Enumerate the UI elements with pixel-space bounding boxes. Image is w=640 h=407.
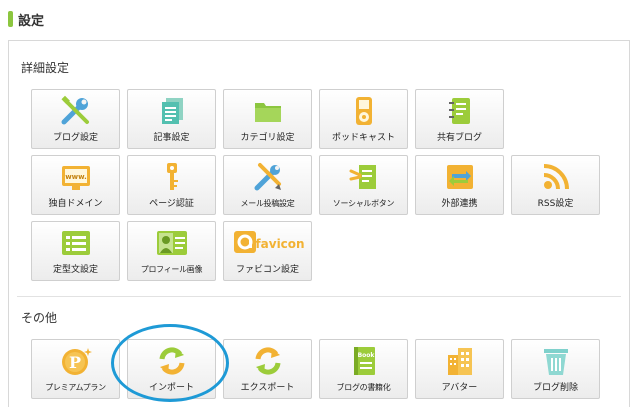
- avatar-button[interactable]: アバター: [415, 339, 504, 399]
- section-title-other: その他: [21, 311, 58, 325]
- page-header: 設定: [8, 8, 44, 30]
- document-icon: [156, 95, 188, 127]
- trash-icon: [540, 345, 572, 377]
- tile-label: ブログ削除: [532, 383, 578, 393]
- mail-post-settings-button[interactable]: メール投稿設定: [223, 155, 312, 215]
- settings-panel: 詳細設定 ブログ設定 記事設定 カテゴリ設定 ポッドキャスト 共有ブログ www…: [8, 40, 630, 407]
- rss-settings-button[interactable]: RSS設定: [511, 155, 600, 215]
- svg-text:P: P: [68, 353, 80, 372]
- tile-label: カテゴリ設定: [240, 133, 295, 143]
- tile-label: ブログの書籍化: [336, 383, 391, 392]
- export-icon: [252, 345, 284, 377]
- external-link-button[interactable]: 外部連携: [415, 155, 504, 215]
- tile-label: RSS設定: [537, 199, 574, 209]
- svg-text:favicon: favicon: [255, 237, 304, 251]
- article-settings-button[interactable]: 記事設定: [127, 89, 216, 149]
- share-icon: [348, 161, 380, 193]
- domain-screen-icon: www.: [60, 161, 92, 193]
- delete-blog-button[interactable]: ブログ削除: [511, 339, 600, 399]
- premium-plan-button[interactable]: P プレミアムプラン: [31, 339, 120, 399]
- rss-icon: [540, 161, 572, 193]
- tile-label: 外部連携: [441, 199, 478, 209]
- tile-label: 共有ブログ: [436, 133, 482, 143]
- social-buttons-button[interactable]: ソーシャルボタン: [319, 155, 408, 215]
- folder-icon: [252, 95, 284, 127]
- tile-label: メール投稿設定: [240, 199, 295, 208]
- tile-label: 独自ドメイン: [48, 199, 103, 209]
- favicon-icon: favicon: [228, 227, 308, 259]
- svg-text:Book: Book: [357, 352, 375, 359]
- template-text-settings-button[interactable]: 定型文設定: [31, 221, 120, 281]
- import-icon: [156, 345, 188, 377]
- profile-image-button[interactable]: プロフィール画像: [127, 221, 216, 281]
- shared-blog-button[interactable]: 共有ブログ: [415, 89, 504, 149]
- key-icon: [156, 161, 188, 193]
- sync-icon: [444, 161, 476, 193]
- section-title-advanced: 詳細設定: [21, 61, 70, 75]
- tile-label: 記事設定: [153, 133, 190, 143]
- tile-label: プレミアムプラン: [45, 383, 106, 392]
- premium-coin-icon: P: [60, 345, 92, 377]
- export-button[interactable]: エクスポート: [223, 339, 312, 399]
- tile-label: アバター: [441, 383, 478, 393]
- section-divider: [17, 296, 621, 297]
- music-player-icon: [348, 95, 380, 127]
- pencil-wrench-icon: [252, 161, 284, 193]
- blog-book-button[interactable]: Book ブログの書籍化: [319, 339, 408, 399]
- notebook-icon: [444, 95, 476, 127]
- category-settings-button[interactable]: カテゴリ設定: [223, 89, 312, 149]
- blog-settings-button[interactable]: ブログ設定: [31, 89, 120, 149]
- tile-label: ファビコン設定: [235, 265, 299, 275]
- tile-label: ポッドキャスト: [331, 133, 395, 143]
- svg-text:www.: www.: [65, 173, 87, 181]
- page-title: 設定: [18, 13, 45, 29]
- custom-domain-button[interactable]: www. 独自ドメイン: [31, 155, 120, 215]
- header-accent-bar: [8, 11, 13, 27]
- tile-label: インポート: [148, 383, 194, 393]
- page-auth-button[interactable]: ページ認証: [127, 155, 216, 215]
- profile-card-icon: [156, 227, 188, 259]
- building-icon: [444, 345, 476, 377]
- import-button[interactable]: インポート: [127, 339, 216, 399]
- tile-label: ページ認証: [149, 199, 194, 209]
- tile-label: ソーシャルボタン: [332, 199, 395, 208]
- text-template-icon: [60, 227, 92, 259]
- tile-label: エクスポート: [240, 383, 295, 393]
- tile-label: ブログ設定: [52, 133, 98, 143]
- favicon-settings-button[interactable]: favicon ファビコン設定: [223, 221, 312, 281]
- tools-icon: [60, 95, 92, 127]
- tile-label: 定型文設定: [52, 265, 98, 275]
- tile-label: プロフィール画像: [140, 265, 203, 274]
- podcast-button[interactable]: ポッドキャスト: [319, 89, 408, 149]
- book-icon: Book: [348, 345, 380, 377]
